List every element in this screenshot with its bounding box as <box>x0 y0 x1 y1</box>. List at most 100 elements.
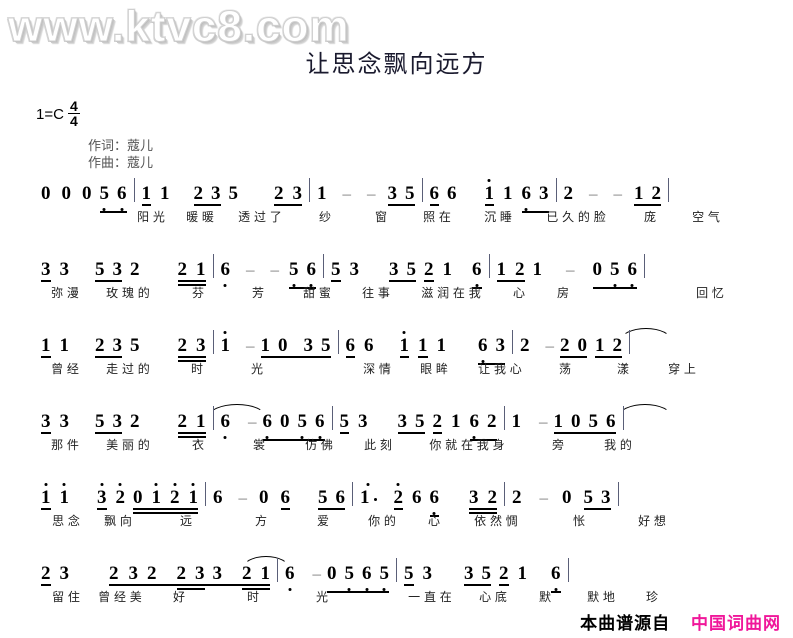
note: 3 <box>422 563 433 584</box>
barline <box>504 482 505 506</box>
note: 6 <box>315 411 325 432</box>
music-score: 0 0 0 5 6 1 1 2 3 5 2 3 1 – – 3 5 6 6 1 … <box>0 178 793 634</box>
score-line: 1 1 2 3 5 2 3 1 – 1 0 3 5 6 6 1 1 1 6 3 … <box>0 328 793 406</box>
note: 2 <box>651 183 662 204</box>
sustain-dash: – <box>246 336 255 355</box>
note: 2 <box>130 259 140 280</box>
note: 3 <box>469 487 479 508</box>
note: 0 <box>61 183 72 204</box>
note: 2 <box>487 487 498 508</box>
beam-group: 6 3 <box>521 184 550 213</box>
note: 3 <box>196 335 206 356</box>
beam-group: 1 2 <box>633 183 662 206</box>
sustain-dash: – <box>342 184 352 203</box>
notation-row: 3 3 5 3 2 2 1 6 – 6 0 5 6 5 3 3 5 2 1 6 … <box>40 406 777 441</box>
note: 1 <box>151 487 162 508</box>
beam-group: 5 3 <box>94 259 123 282</box>
note: 3 <box>59 563 70 584</box>
beam-group: 0 5 6 5 <box>326 564 390 593</box>
source-site-link[interactable]: 中国词曲网 <box>691 614 781 634</box>
sustain-dash: – <box>566 260 575 279</box>
notation-row: 1 1 2 3 5 2 3 1 – 1 0 3 5 6 6 1 1 1 6 3 … <box>40 330 777 365</box>
note: 1 <box>317 183 327 204</box>
barline <box>668 178 669 202</box>
sustain-dash: – <box>545 336 555 355</box>
note: 1 <box>634 183 644 204</box>
note: 3 <box>349 259 360 280</box>
beam-group: 1 2 <box>594 336 623 358</box>
note: 5 <box>404 563 414 584</box>
note: 2 <box>147 563 157 584</box>
note: 6 <box>220 259 231 280</box>
note: 3 <box>59 259 70 280</box>
note: 2 <box>432 411 443 432</box>
note: 0 <box>577 335 588 356</box>
barline <box>629 330 630 354</box>
note: 0 <box>82 183 92 204</box>
note: 6 <box>220 411 231 432</box>
note: 5 <box>610 259 620 280</box>
note: 5 <box>588 411 599 432</box>
beam-group: 6 <box>550 564 562 593</box>
barline <box>567 558 569 582</box>
note: 5 <box>95 259 105 280</box>
barline <box>617 482 619 506</box>
note: 3 <box>397 411 408 432</box>
score-line: 3 3 5 3 2 2 1 6 – – 5 6 5 3 3 5 2 1 6 1 … <box>0 254 793 330</box>
beam-group: 1 <box>484 183 496 206</box>
note: 6 <box>447 183 457 204</box>
beam-group: 3 5 <box>463 564 492 586</box>
note: 0 <box>562 487 572 508</box>
note: 1 <box>517 563 528 584</box>
barline <box>488 254 490 278</box>
note: 5 <box>321 335 331 356</box>
barline <box>212 254 214 278</box>
note: 1 <box>399 335 410 356</box>
meter-numerator: 4 <box>67 98 80 114</box>
beam-group: 2 <box>498 564 510 586</box>
barline <box>512 330 513 354</box>
beam-group: 3 <box>40 259 52 282</box>
note: 2 <box>512 487 522 508</box>
score-line: 1 1 3 2 0 1 2 1 6 – 0 6 5 6 1 2 6 6 3 2 … <box>0 482 793 558</box>
note: 3 <box>303 335 314 356</box>
score-line: 3 3 5 3 2 2 1 6 – 6 0 5 6 5 3 3 5 2 1 6 … <box>0 404 793 482</box>
barline <box>212 406 214 430</box>
note: 2 <box>177 259 188 280</box>
barline <box>421 178 423 202</box>
note: 3 <box>389 259 399 280</box>
beam-group: 2 0 <box>559 335 588 358</box>
note: 1 <box>260 563 271 584</box>
note: 2 <box>95 335 105 356</box>
beam-group: 6 <box>429 184 441 206</box>
note: 3 <box>41 259 51 280</box>
notation-row: 0 0 0 5 6 1 1 2 3 5 2 3 1 – – 3 5 6 6 1 … <box>40 178 777 213</box>
score-line: 0 0 0 5 6 1 1 2 3 5 2 3 1 – – 3 5 6 6 1 … <box>0 178 793 254</box>
note: 5 <box>583 487 594 508</box>
beam-group: 2 3 <box>176 564 206 590</box>
notation-row: 3 3 5 3 2 2 1 6 – – 5 6 5 3 3 5 2 1 6 1 … <box>40 254 777 289</box>
sustain-dash: – <box>613 184 623 203</box>
note: 6 <box>606 411 616 432</box>
note: 5 <box>95 411 105 432</box>
beam-group: 2 <box>432 411 444 434</box>
note: 3 <box>41 411 51 432</box>
note: 6 <box>213 487 223 508</box>
note: 2 <box>520 335 530 356</box>
note: 1 <box>484 183 495 204</box>
barline <box>337 330 339 354</box>
note: 1 <box>220 335 231 356</box>
sustain-dash: – <box>246 260 255 279</box>
barline <box>277 558 278 582</box>
beam-group: 1 <box>40 336 52 358</box>
beam-group: 2 3 2 2 3 3 2 1 <box>108 563 271 590</box>
beam-group: 5 6 <box>99 184 128 213</box>
note: 0 <box>133 487 143 508</box>
beam-group: 5 6 <box>288 260 317 289</box>
note: 5 <box>339 411 350 432</box>
note: 2 <box>177 335 188 356</box>
note: 2 <box>242 563 252 584</box>
beam-group: 2 <box>393 488 405 510</box>
note: 6 <box>345 335 356 356</box>
beam-group: 5 <box>403 563 415 586</box>
